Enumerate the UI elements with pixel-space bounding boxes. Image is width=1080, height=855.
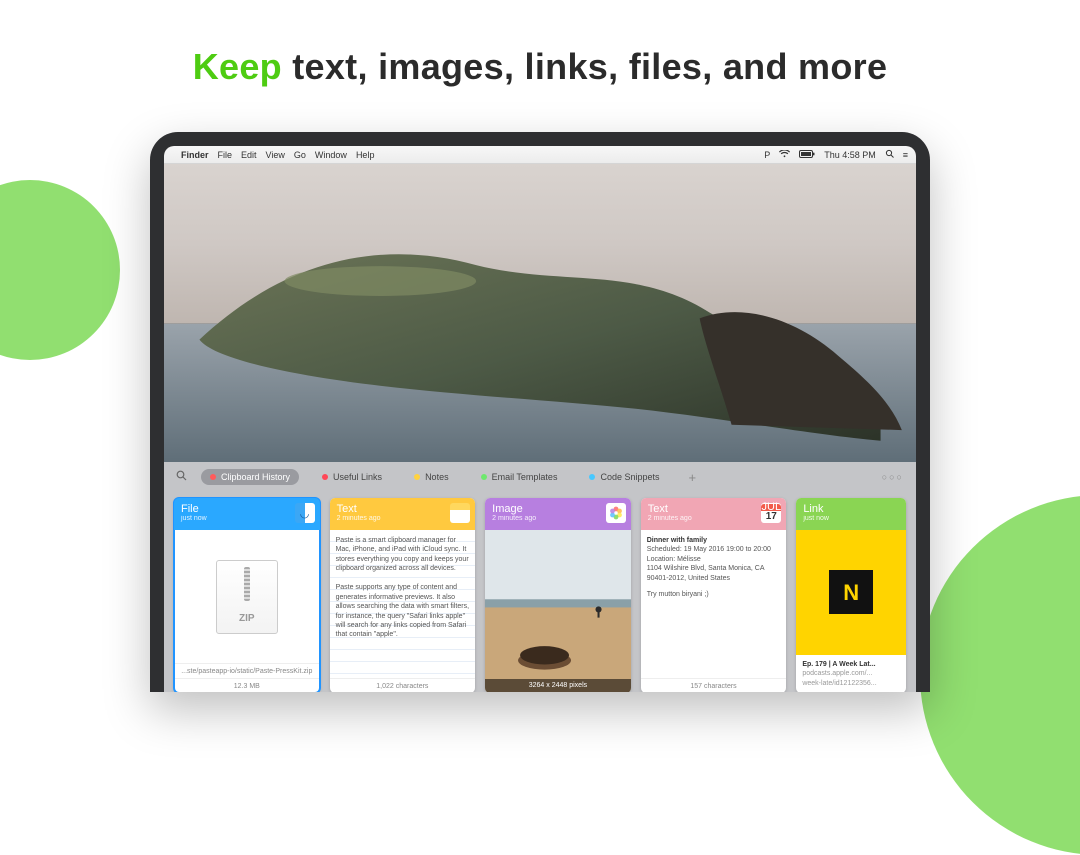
- decor-circle: [0, 180, 120, 360]
- menu-item[interactable]: Go: [294, 150, 306, 160]
- finder-icon: ◡: [295, 503, 315, 523]
- calendar-icon: JUL17: [761, 503, 781, 523]
- dot-icon: [210, 474, 216, 480]
- dot-icon: [589, 474, 595, 480]
- card-image[interactable]: Image 2 minutes ago 3264 x 2448 pixels: [485, 498, 631, 692]
- dot-icon: [322, 474, 328, 480]
- tab-clipboard-history[interactable]: Clipboard History: [201, 469, 299, 485]
- link-thumb: N: [796, 530, 906, 655]
- notes-icon: [450, 503, 470, 523]
- menu-item[interactable]: File: [218, 150, 233, 160]
- menubar-time[interactable]: Thu 4:58 PM: [824, 150, 876, 160]
- card-link[interactable]: Link just now N Ep. 179 | A Week Lat... …: [796, 498, 906, 692]
- menu-item[interactable]: View: [266, 150, 285, 160]
- menubar-app[interactable]: Finder: [181, 150, 209, 160]
- card-footer: 157 characters: [641, 678, 787, 692]
- photos-icon: [606, 503, 626, 523]
- tab-useful-links[interactable]: Useful Links: [313, 469, 391, 485]
- card-header: Link just now: [796, 498, 906, 530]
- more-icon[interactable]: ○○○: [882, 472, 904, 482]
- card-body: Paste is a smart clipboard manager for M…: [330, 530, 476, 678]
- menu-item[interactable]: Window: [315, 150, 347, 160]
- menu-item[interactable]: Help: [356, 150, 375, 160]
- card-body: N Ep. 179 | A Week Lat... podcasts.apple…: [796, 530, 906, 692]
- card-event[interactable]: Text 2 minutes ago JUL17 Dinner with fam…: [641, 498, 787, 692]
- tab-email-templates[interactable]: Email Templates: [472, 469, 567, 485]
- dot-icon: [481, 474, 487, 480]
- add-tab-button[interactable]: +: [689, 470, 697, 485]
- control-center-icon[interactable]: ≡: [903, 150, 908, 160]
- card-header: Image 2 minutes ago: [485, 498, 631, 530]
- card-header: File just now ◡: [174, 498, 320, 530]
- desktop-wallpaper: [164, 164, 916, 462]
- menu-item[interactable]: Edit: [241, 150, 257, 160]
- screen: Finder File Edit View Go Window Help P T…: [164, 146, 916, 692]
- tab-notes[interactable]: Notes: [405, 469, 458, 485]
- spotlight-icon[interactable]: [885, 149, 894, 160]
- search-icon[interactable]: [176, 470, 187, 484]
- card-body: 3264 x 2448 pixels: [485, 530, 631, 692]
- card-header: Text 2 minutes ago: [330, 498, 476, 530]
- card-body: ZIP: [174, 530, 320, 663]
- card-footer: 1,022 characters: [330, 678, 476, 692]
- card-text[interactable]: Text 2 minutes ago Paste is a smart clip…: [330, 498, 476, 692]
- menubar: Finder File Edit View Go Window Help P T…: [164, 146, 916, 164]
- laptop-frame: Finder File Edit View Go Window Help P T…: [150, 132, 930, 692]
- dot-icon: [414, 474, 420, 480]
- filter-bar: Clipboard History Useful Links Notes Ema…: [164, 462, 916, 492]
- headline-keyword: Keep: [193, 46, 282, 87]
- card-path: ...ste/pasteapp-io/static/Paste-PressKit…: [174, 663, 320, 678]
- clipboard-cards: File just now ◡ ZIP ...ste/pasteapp-io/s…: [164, 492, 916, 692]
- card-file[interactable]: File just now ◡ ZIP ...ste/pasteapp-io/s…: [174, 498, 320, 692]
- wifi-icon[interactable]: [779, 150, 790, 160]
- card-footer: 12.3 MB: [174, 678, 320, 692]
- headline: Keep text, images, links, files, and mor…: [0, 0, 1080, 88]
- card-body: Dinner with family Scheduled: 19 May 201…: [641, 530, 787, 678]
- image-dimensions: 3264 x 2448 pixels: [485, 679, 631, 692]
- card-header: Text 2 minutes ago JUL17: [641, 498, 787, 530]
- decor-circle: [920, 495, 1080, 855]
- status-p-icon[interactable]: P: [764, 150, 770, 160]
- headline-rest: text, images, links, files, and more: [282, 46, 887, 87]
- battery-icon[interactable]: [799, 150, 815, 160]
- zip-icon: ZIP: [216, 560, 278, 634]
- tab-code-snippets[interactable]: Code Snippets: [580, 469, 668, 485]
